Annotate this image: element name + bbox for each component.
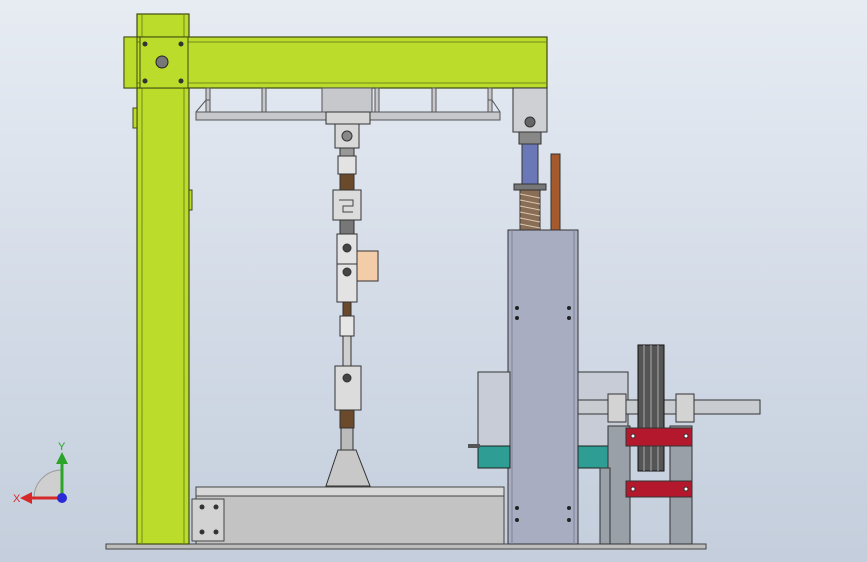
z-axis-dot <box>57 493 67 503</box>
column-tab <box>132 107 138 129</box>
coordinate-triad: Y X <box>13 441 68 505</box>
drive-shaft <box>577 399 761 415</box>
frame-column <box>136 13 190 545</box>
base-end-plate <box>191 498 225 542</box>
teal-support-right <box>577 445 611 469</box>
teal-support-left <box>477 445 511 469</box>
upright-housing <box>507 229 579 545</box>
x-axis-label: X <box>13 493 21 505</box>
right-support-frame <box>599 425 693 545</box>
drum-left <box>477 371 511 447</box>
cad-model-view[interactable] <box>0 0 867 562</box>
load-train-right <box>512 87 561 231</box>
y-axis-label: Y <box>58 441 66 453</box>
ground-plate <box>105 543 707 550</box>
graphics-viewport[interactable]: Y X <box>0 0 867 562</box>
column-tab-2 <box>188 189 193 211</box>
pulley <box>637 344 665 472</box>
base-block <box>195 495 505 545</box>
load-train-left <box>325 111 379 487</box>
base-slab <box>195 486 505 497</box>
